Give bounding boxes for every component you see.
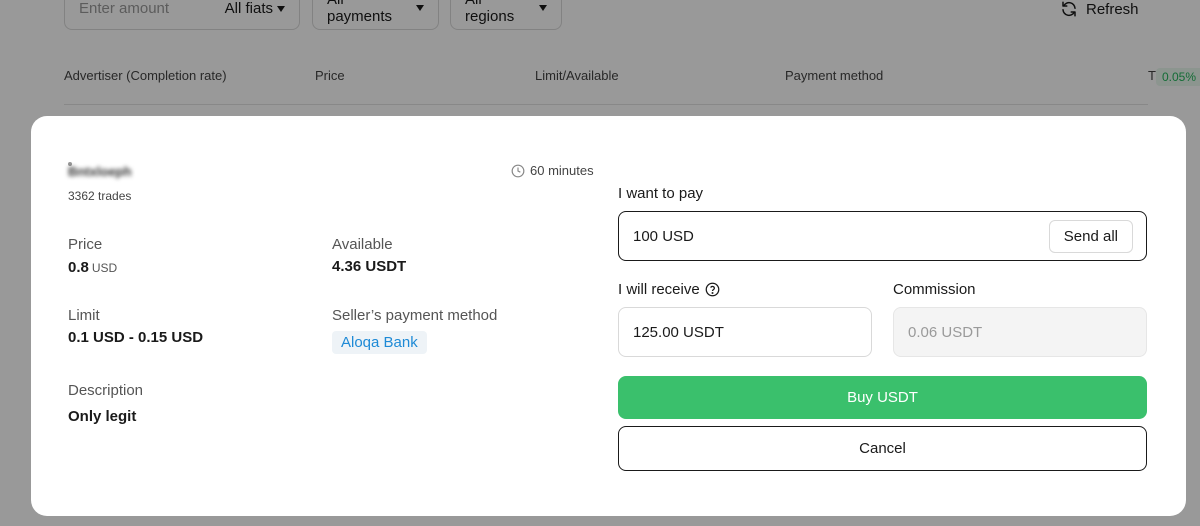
- payment-window-text: 60 minutes: [530, 163, 594, 178]
- advertiser-name[interactable]: Bntxloeph: [68, 164, 132, 179]
- price-label: Price: [68, 236, 103, 253]
- limit-label: Limit: [68, 307, 100, 324]
- price-unit: USD: [91, 261, 118, 275]
- receive-label-text: I will receive: [618, 281, 700, 298]
- advertiser-trades: 3362 trades: [68, 189, 132, 203]
- commission-value: 0.06 USDT: [908, 323, 983, 341]
- payment-method-chip: Aloqa Bank: [332, 331, 427, 354]
- price-number: 0.8: [68, 259, 89, 276]
- send-all-button[interactable]: Send all: [1048, 219, 1133, 253]
- buy-usdt-button[interactable]: Buy USDT: [618, 376, 1147, 419]
- receive-input[interactable]: 125.00 USDT: [618, 307, 872, 357]
- clock-icon: [511, 164, 525, 177]
- available-label: Available: [332, 236, 393, 253]
- help-icon[interactable]: [705, 282, 720, 297]
- commission-field: 0.06 USDT: [893, 307, 1147, 357]
- buy-order-modal: Bntxloeph 3362 trades 60 minutes Price 0…: [31, 116, 1186, 516]
- pay-input[interactable]: 100 USD Send all: [618, 211, 1147, 261]
- receive-input-value: 125.00 USDT: [633, 323, 724, 341]
- available-value: 4.36 USDT: [332, 258, 407, 275]
- description-label: Description: [68, 382, 144, 399]
- description-value: Only legit: [68, 408, 137, 425]
- pay-input-value: 100 USD: [633, 227, 694, 245]
- cancel-button[interactable]: Cancel: [618, 426, 1147, 471]
- price-value: 0.8 USD: [68, 259, 117, 276]
- commission-label: Commission: [893, 281, 976, 298]
- payment-method-label: Seller’s payment method: [332, 307, 498, 324]
- receive-label: I will receive: [618, 281, 720, 298]
- pay-label: I want to pay: [618, 185, 704, 202]
- payment-window: 60 minutes: [511, 163, 594, 178]
- limit-value: 0.1 USD - 0.15 USD: [68, 329, 204, 346]
